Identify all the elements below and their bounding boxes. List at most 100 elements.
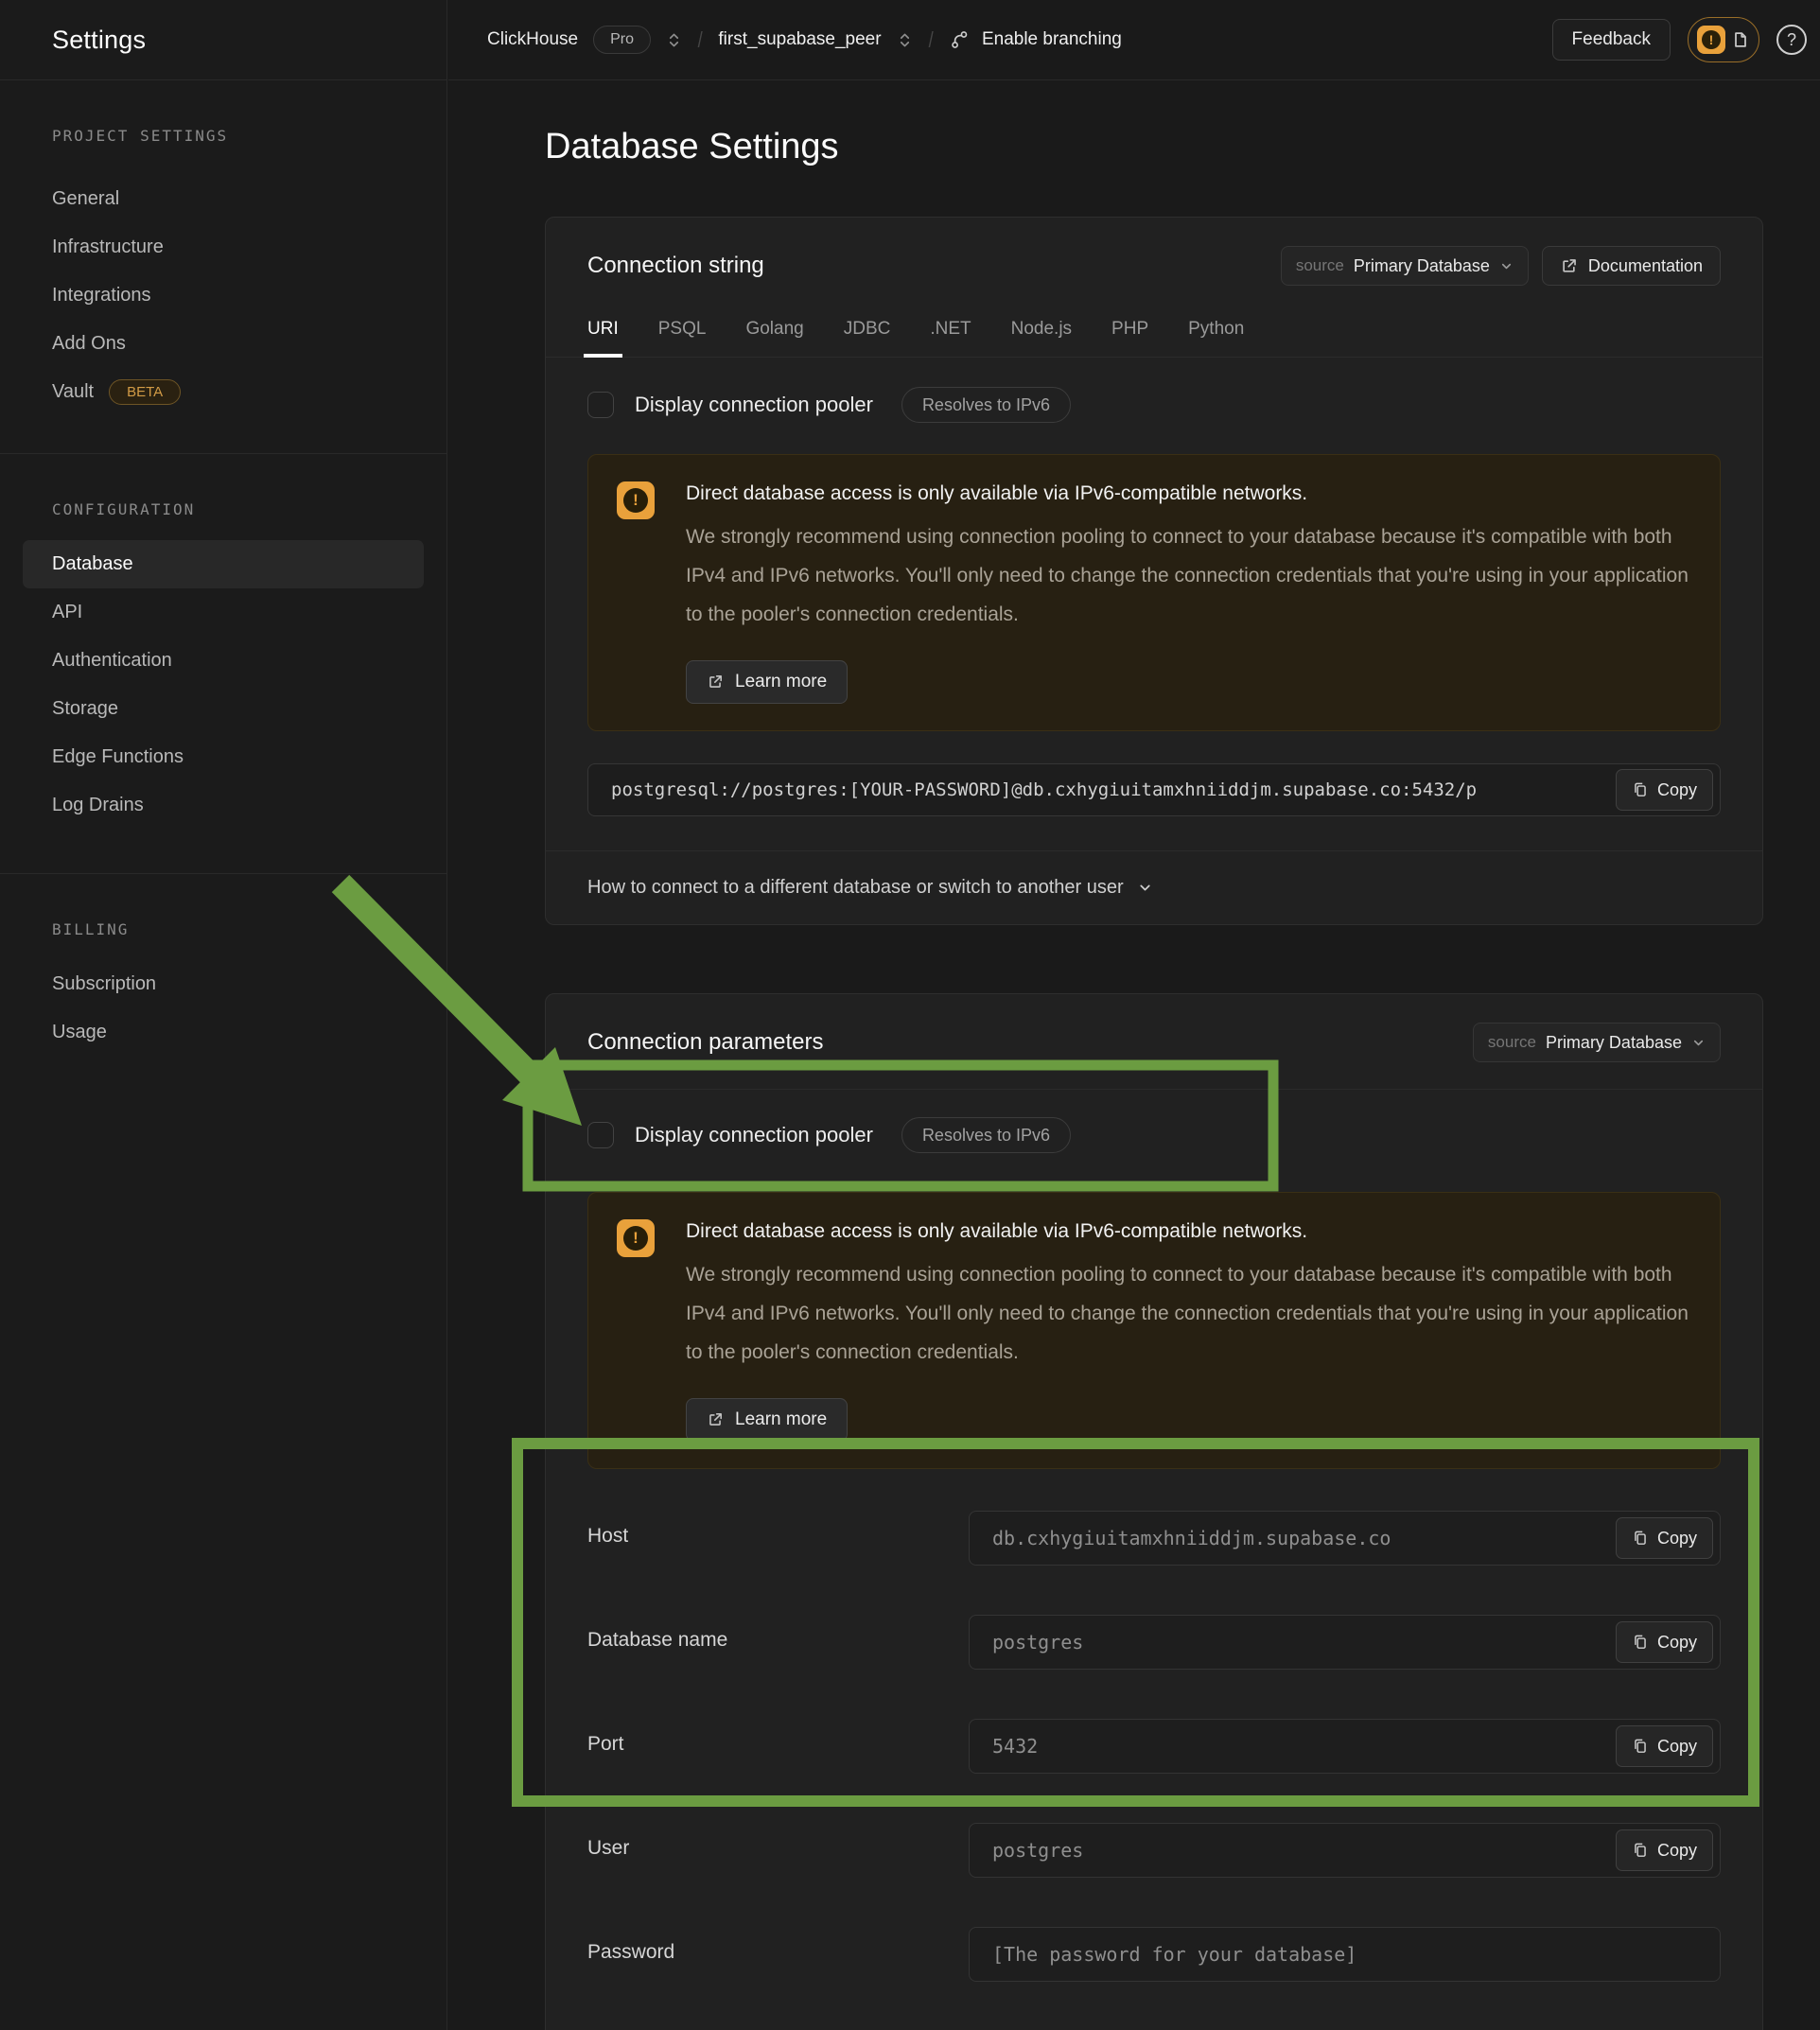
user-row: User postgres Copy — [587, 1823, 1721, 1878]
tab-python[interactable]: Python — [1188, 318, 1244, 341]
page-content: Database Settings Connection string sour… — [448, 80, 1820, 2030]
connection-uri-field[interactable]: postgresql://postgres:[YOUR-PASSWORD]@db… — [587, 763, 1721, 816]
breadcrumb-separator: / — [928, 27, 933, 53]
port-field[interactable]: 5432 Copy — [969, 1719, 1721, 1774]
sidebar-item-integrations[interactable]: Integrations — [23, 271, 424, 320]
password-label: Password — [587, 1927, 969, 1982]
connection-string-tabs: URI PSQL Golang JDBC .NET Node.js PHP Py… — [546, 318, 1762, 358]
pooler-label: Display connection pooler — [635, 1123, 873, 1147]
connection-uri-value: postgresql://postgres:[YOUR-PASSWORD]@db… — [611, 779, 1628, 800]
sidebar-item-infrastructure[interactable]: Infrastructure — [23, 223, 424, 271]
sidebar-section-billing: BILLING Subscription Usage — [0, 874, 446, 1057]
sidebar-item-storage[interactable]: Storage — [23, 685, 424, 733]
connection-string-card: Connection string source Primary Databas… — [545, 217, 1763, 925]
sidebar-item-api[interactable]: API — [23, 588, 424, 637]
learn-more-button[interactable]: Learn more — [686, 1398, 848, 1442]
password-field[interactable]: [The password for your database] — [969, 1927, 1721, 1982]
copy-icon — [1632, 1738, 1649, 1755]
user-label: User — [587, 1823, 969, 1878]
how-to-connect-link[interactable]: How to connect to a different database o… — [587, 877, 1124, 899]
host-label: Host — [587, 1511, 969, 1566]
port-value: 5432 — [992, 1735, 1038, 1758]
copy-uri-button[interactable]: Copy — [1616, 769, 1713, 811]
tab-golang[interactable]: Golang — [745, 318, 803, 341]
database-name-row: Database name postgres Copy — [587, 1615, 1721, 1670]
tab-psql[interactable]: PSQL — [658, 318, 707, 341]
copy-icon — [1632, 781, 1649, 798]
connection-parameters-title: Connection parameters — [587, 1029, 823, 1056]
documentation-button[interactable]: Documentation — [1542, 246, 1721, 286]
sidebar-item-general[interactable]: General — [23, 175, 424, 223]
sidebar-item-subscription[interactable]: Subscription — [23, 960, 424, 1008]
tab-php[interactable]: PHP — [1111, 318, 1148, 341]
breadcrumb-project[interactable]: first_supabase_peer — [718, 29, 881, 50]
top-bar: ClickHouse Pro / first_supabase_peer / E… — [448, 0, 1820, 80]
warning-icon: ! — [617, 1219, 655, 1257]
copy-host-button[interactable]: Copy — [1616, 1517, 1713, 1559]
enable-branching-label: Enable branching — [982, 29, 1122, 50]
connection-string-header: Connection string source Primary Databas… — [546, 218, 1762, 286]
section-label-project-settings: PROJECT SETTINGS — [52, 126, 446, 147]
enable-branching-button[interactable]: Enable branching — [949, 29, 1122, 50]
database-name-field[interactable]: postgres Copy — [969, 1615, 1721, 1670]
breadcrumb-separator: / — [698, 27, 703, 53]
pooler-label: Display connection pooler — [635, 393, 873, 417]
ipv6-warning: ! Direct database access is only availab… — [587, 1192, 1721, 1469]
sidebar-item-authentication[interactable]: Authentication — [23, 637, 424, 685]
sidebar-item-database[interactable]: Database — [23, 540, 424, 588]
resolves-to-ipv6-badge: Resolves to IPv6 — [901, 1117, 1071, 1153]
tab-dotnet[interactable]: .NET — [930, 318, 971, 341]
tab-jdbc[interactable]: JDBC — [844, 318, 891, 341]
host-row: Host db.cxhygiuitamxhniiddjm.supabase.co… — [587, 1511, 1721, 1566]
source-select[interactable]: source Primary Database — [1473, 1023, 1721, 1062]
database-name-label: Database name — [587, 1615, 969, 1670]
tab-nodejs[interactable]: Node.js — [1011, 318, 1072, 341]
section-label-billing: BILLING — [52, 919, 446, 940]
sidebar-item-log-drains[interactable]: Log Drains — [23, 781, 424, 830]
breadcrumb: ClickHouse Pro / first_supabase_peer / E… — [487, 26, 1122, 54]
tab-uri[interactable]: URI — [587, 318, 619, 341]
external-link-icon — [707, 1411, 724, 1428]
warning-title: Direct database access is only available… — [686, 481, 1691, 506]
sidebar-item-vault[interactable]: Vault BETA — [23, 368, 424, 416]
sidebar-section-project-settings: PROJECT SETTINGS General Infrastructure … — [0, 80, 446, 416]
section-label-configuration: CONFIGURATION — [52, 499, 446, 520]
copy-user-button[interactable]: Copy — [1616, 1829, 1713, 1871]
settings-sidebar: Settings PROJECT SETTINGS General Infras… — [0, 0, 447, 2030]
sidebar-item-usage[interactable]: Usage — [23, 1008, 424, 1057]
plan-badge: Pro — [593, 26, 651, 54]
chevron-down-icon[interactable] — [1137, 880, 1153, 896]
sidebar-section-configuration: CONFIGURATION Database API Authenticatio… — [0, 454, 446, 830]
display-connection-pooler-checkbox[interactable] — [587, 392, 614, 418]
git-branch-icon — [949, 29, 970, 50]
copy-icon — [1632, 1842, 1649, 1859]
user-field[interactable]: postgres Copy — [969, 1823, 1721, 1878]
sidebar-item-edge-functions[interactable]: Edge Functions — [23, 733, 424, 781]
connection-parameters-header: Connection parameters source Primary Dat… — [546, 994, 1762, 1090]
connection-string-footer: How to connect to a different database o… — [546, 850, 1762, 924]
project-selector-icon[interactable] — [897, 32, 913, 48]
external-link-icon — [707, 674, 724, 691]
display-connection-pooler-checkbox[interactable] — [587, 1122, 614, 1148]
org-selector-icon[interactable] — [666, 32, 682, 48]
warning-body: We strongly recommend using connection p… — [686, 1255, 1691, 1372]
chevron-down-icon — [1691, 1036, 1706, 1050]
copy-database-name-button[interactable]: Copy — [1616, 1621, 1713, 1663]
notifications-button[interactable]: ! — [1688, 17, 1759, 62]
connection-string-body: Display connection pooler Resolves to IP… — [546, 358, 1762, 850]
breadcrumb-org[interactable]: ClickHouse — [487, 29, 578, 50]
port-row: Port 5432 Copy — [587, 1719, 1721, 1774]
learn-more-button[interactable]: Learn more — [686, 660, 848, 704]
feedback-button[interactable]: Feedback — [1552, 19, 1671, 61]
connection-parameters-body: Display connection pooler Resolves to IP… — [546, 1090, 1762, 2030]
host-field[interactable]: db.cxhygiuitamxhniiddjm.supabase.co Copy — [969, 1511, 1721, 1566]
chevron-down-icon — [1499, 259, 1514, 273]
connection-parameters-card: Connection parameters source Primary Dat… — [545, 993, 1763, 2030]
alert-icon: ! — [1697, 26, 1725, 54]
connection-parameter-fields: Host db.cxhygiuitamxhniiddjm.supabase.co… — [587, 1511, 1721, 1982]
sidebar-item-add-ons[interactable]: Add Ons — [23, 320, 424, 368]
help-button[interactable]: ? — [1776, 25, 1807, 55]
source-select[interactable]: source Primary Database — [1281, 246, 1529, 286]
pooler-row: Display connection pooler Resolves to IP… — [587, 386, 1721, 424]
copy-port-button[interactable]: Copy — [1616, 1725, 1713, 1767]
